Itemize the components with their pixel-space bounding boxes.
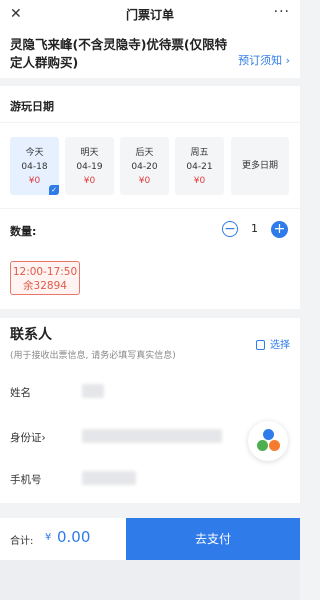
- choose-label: 选择: [270, 340, 290, 351]
- close-icon[interactable]: ✕: [10, 6, 22, 22]
- time-slot-option[interactable]: 12:00-17:50 余32894: [10, 261, 80, 295]
- booking-notice-link[interactable]: 预订须知 ›: [238, 52, 290, 68]
- name-field-input[interactable]: [82, 384, 104, 398]
- dot-icon: [263, 429, 274, 440]
- date-day: 后天: [135, 148, 154, 158]
- play-date-label: 游玩日期: [10, 100, 54, 113]
- contact-section: 联系人 (用于接收出票信息, 请务必填写真实信息) 选择: [0, 318, 300, 503]
- more-dates-button[interactable]: 更多日期: [231, 137, 289, 195]
- phone-field-input[interactable]: [82, 471, 136, 485]
- date-day: 周五: [190, 148, 209, 158]
- quantity-section: 数量: − 1 + 12:00-17:50 余32894: [0, 209, 300, 309]
- date-day: 明天: [80, 148, 99, 158]
- date-card-today[interactable]: 今天 04-18 ¥0 ✓: [10, 137, 59, 195]
- checkout-bar: 合计: ¥ 0.00 去支付: [0, 518, 300, 560]
- selected-check-icon: ✓: [49, 185, 59, 195]
- date-price: ¥0: [193, 176, 206, 186]
- date-date: 04-21: [186, 162, 213, 172]
- more-icon[interactable]: ···: [274, 4, 290, 20]
- increase-quantity-button[interactable]: +: [271, 221, 288, 238]
- ticket-info: 灵隐飞来峰(不含灵隐寺)优待票(仅限特定人群购买) 预订须知 ›: [0, 28, 300, 78]
- date-day: 今天: [25, 148, 44, 158]
- total-label: 合计:: [10, 536, 34, 547]
- pay-button[interactable]: 去支付: [126, 518, 300, 560]
- quantity-label: 数量:: [10, 225, 37, 238]
- date-selector: 今天 04-18 ¥0 ✓ 明天 04-19 ¥0 后天 04-20 ¥0 周五…: [0, 123, 300, 208]
- dot-icon: [269, 440, 280, 451]
- dot-icon: [257, 440, 268, 451]
- date-date: 04-20: [131, 162, 158, 172]
- id-card-field-input[interactable]: [82, 429, 222, 443]
- date-price: ¥0: [138, 176, 151, 186]
- date-card-day-after[interactable]: 后天 04-20 ¥0: [120, 137, 169, 195]
- play-date-section: 游玩日期: [0, 86, 300, 122]
- date-price: ¥0: [83, 176, 96, 186]
- bottom-area: [0, 560, 300, 600]
- date-card-friday[interactable]: 周五 04-21 ¥0: [175, 137, 224, 195]
- contact-heading: 联系人: [10, 327, 52, 343]
- date-card-tomorrow[interactable]: 明天 04-19 ¥0: [65, 137, 114, 195]
- total-amount: 0.00: [57, 528, 91, 546]
- ticket-name: 灵隐飞来峰(不含灵隐寺)优待票(仅限特定人群购买): [10, 37, 228, 70]
- time-slot-remaining: 余32894: [23, 280, 67, 292]
- time-slot-time: 12:00-17:50: [12, 266, 78, 278]
- decrease-quantity-button[interactable]: −: [222, 221, 238, 237]
- name-field-label: 姓名: [10, 387, 31, 399]
- phone-field-label: 手机号: [10, 474, 42, 486]
- id-card-field-label[interactable]: 身份证›: [10, 430, 46, 445]
- choose-contact-button[interactable]: 选择: [256, 336, 290, 351]
- contact-picker-icon[interactable]: [248, 421, 288, 461]
- currency-symbol: ¥: [45, 532, 52, 543]
- date-date: 04-18: [21, 162, 48, 172]
- page-title: 门票订单: [125, 7, 174, 22]
- quantity-value: 1: [251, 222, 258, 235]
- top-bar: ✕ 门票订单 ···: [0, 0, 300, 29]
- date-date: 04-19: [76, 162, 103, 172]
- contact-card-icon: [256, 340, 265, 350]
- contact-subtitle: (用于接收出票信息, 请务必填写真实信息): [10, 351, 176, 361]
